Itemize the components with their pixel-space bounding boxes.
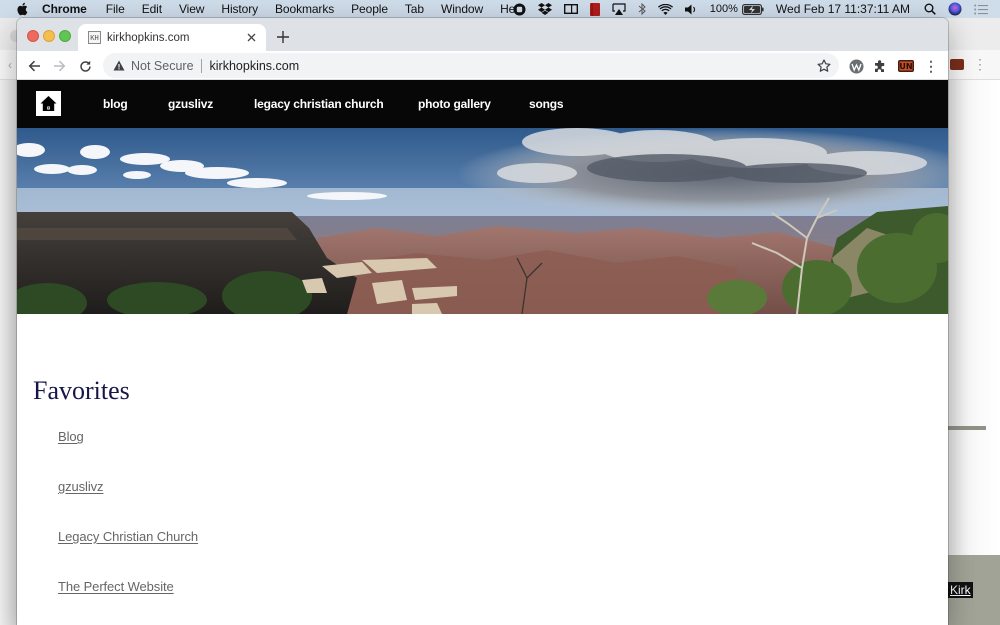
dropbox-icon[interactable]	[537, 3, 552, 15]
favorite-link-the-perfect-website[interactable]: The Perfect Website	[58, 579, 174, 594]
menu-file[interactable]: File	[106, 2, 125, 16]
menu-history[interactable]: History	[221, 2, 258, 16]
bookmark-star-icon[interactable]	[816, 58, 831, 73]
background-extension-icon	[950, 59, 964, 70]
nav-link-photo-gallery[interactable]: photo gallery	[418, 97, 491, 111]
nav-link-legacy-christian-church[interactable]: legacy christian church	[254, 97, 384, 111]
favorite-link-gzuslivz[interactable]: gzuslivz	[58, 479, 104, 494]
nav-link-songs[interactable]: songs	[529, 97, 564, 111]
home-icon	[40, 96, 57, 111]
tab-strip: KH kirkhopkins.com	[17, 18, 948, 51]
favorites-list-item: Blog	[58, 428, 198, 478]
uni-extension-icon[interactable]: UN	[898, 58, 914, 74]
favorites-list-item: gzuslivz	[58, 478, 198, 528]
wordpress-extension-icon[interactable]	[848, 58, 864, 74]
battery-percent: 100%	[709, 3, 738, 15]
window-minimize-button[interactable]	[43, 30, 55, 42]
hero-panorama-image	[17, 128, 948, 314]
spotlight-search-icon[interactable]	[924, 3, 936, 15]
notification-center-icon[interactable]	[974, 4, 988, 15]
extensions-puzzle-icon[interactable]	[872, 58, 888, 74]
hero-image-canvas	[17, 128, 948, 314]
tab-title: kirkhopkins.com	[107, 31, 190, 44]
forward-button[interactable]	[48, 55, 70, 77]
screen-record-icon[interactable]	[513, 3, 526, 16]
tab-kirkhopkins[interactable]: KH kirkhopkins.com	[78, 24, 266, 51]
favorites-heading: Favorites	[33, 376, 130, 405]
favorites-list-item: The Perfect Website	[58, 578, 198, 625]
tab-close-icon[interactable]	[243, 30, 259, 46]
background-menu-icon: ⋮	[973, 56, 987, 72]
svg-text:UN: UN	[899, 62, 912, 71]
favorites-list-item: Legacy Christian Church	[58, 528, 198, 578]
menu-edit[interactable]: Edit	[142, 2, 162, 16]
omnibox-separator	[200, 58, 202, 73]
not-secure-warning-icon[interactable]	[113, 60, 125, 72]
back-button[interactable]	[23, 55, 45, 77]
security-label[interactable]: Not Secure	[131, 59, 194, 73]
menu-app-chrome[interactable]: Chrome	[42, 2, 87, 16]
favorite-link-blog[interactable]: Blog	[58, 429, 84, 444]
background-kirk-link[interactable]: Kirk	[948, 582, 973, 598]
nav-link-gzuslivz[interactable]: gzuslivz	[168, 97, 213, 111]
reload-button[interactable]	[74, 55, 96, 77]
menubar-clock[interactable]: Wed Feb 17 11:37:11 AM	[776, 2, 910, 16]
background-divider	[948, 426, 986, 430]
favorites-list: Blog gzuslivz Legacy Christian Church Th…	[58, 428, 198, 625]
background-back-arrow-icon: ‹	[8, 58, 12, 72]
bluetooth-icon[interactable]	[638, 3, 646, 15]
background-left-edge	[0, 80, 17, 625]
menu-people[interactable]: People	[351, 2, 388, 16]
site-nav-bar: blog gzuslivz legacy christian church ph…	[17, 80, 948, 128]
chrome-menu-kebab-icon[interactable]: ⋮	[923, 58, 939, 74]
battery-charging-icon[interactable]	[741, 3, 764, 15]
macos-menu-bar: Chrome File Edit View History Bookmarks …	[0, 0, 1000, 18]
window-close-button[interactable]	[27, 30, 39, 42]
url-text[interactable]: kirkhopkins.com	[210, 59, 300, 73]
apple-menu-icon[interactable]	[15, 2, 29, 16]
menu-window[interactable]: Window	[441, 2, 483, 16]
site-favicon-icon: KH	[88, 31, 101, 44]
menu-bookmarks[interactable]: Bookmarks	[275, 2, 334, 16]
browser-toolbar: Not Secure kirkhopkins.com UN ⋮	[17, 51, 948, 80]
siri-icon[interactable]	[948, 2, 962, 16]
nav-link-blog[interactable]: blog	[103, 97, 128, 111]
menu-view[interactable]: View	[179, 2, 205, 16]
background-right-panel	[948, 80, 1000, 625]
home-button[interactable]	[36, 91, 61, 116]
page-viewport: blog gzuslivz legacy christian church ph…	[17, 80, 948, 625]
chrome-window: KH kirkhopkins.com Not Secure kirkhopkin…	[17, 18, 948, 625]
volume-icon[interactable]	[684, 4, 698, 15]
favorite-link-legacy-christian-church[interactable]: Legacy Christian Church	[58, 529, 198, 544]
airplay-icon[interactable]	[612, 3, 626, 15]
menu-tab[interactable]: Tab	[405, 2, 424, 16]
window-zoom-button[interactable]	[59, 30, 71, 42]
new-tab-button[interactable]	[273, 27, 293, 47]
wifi-icon[interactable]	[657, 3, 673, 15]
book-icon[interactable]	[589, 2, 600, 16]
address-bar[interactable]: Not Secure kirkhopkins.com	[103, 53, 839, 78]
display-icon[interactable]	[563, 4, 578, 14]
